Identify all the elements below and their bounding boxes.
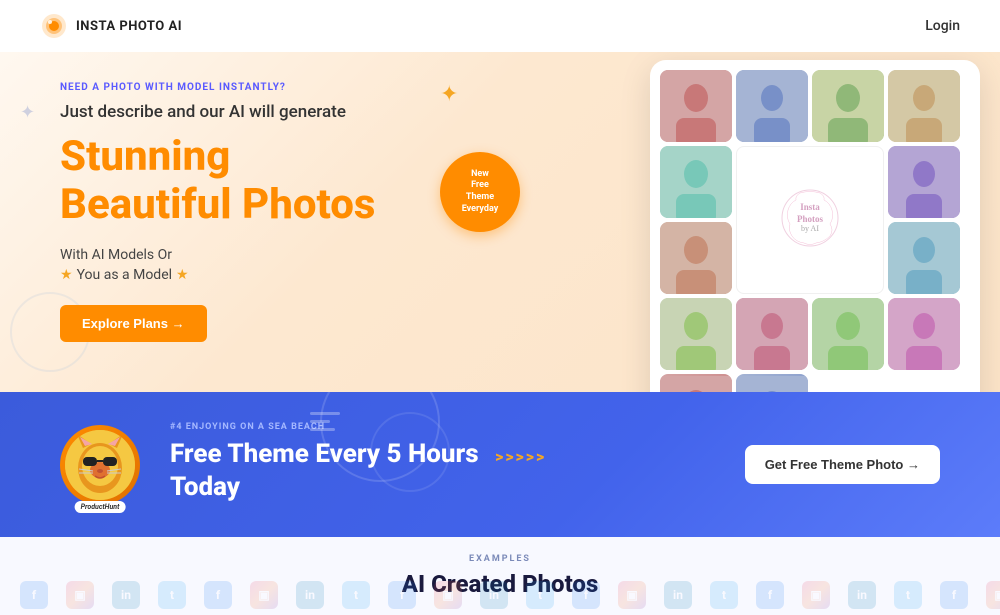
social-icon-linkedin: in: [112, 581, 140, 609]
social-icon-instagram: ▣: [618, 581, 646, 609]
banner-avatar-inner: [65, 430, 135, 500]
logo-icon: [40, 12, 68, 40]
social-icon-facebook: f: [756, 581, 784, 609]
hero-you-model: ★ You as a Model ★: [60, 267, 940, 283]
social-icon-linkedin: in: [296, 581, 324, 609]
logo-text: INSTA PHOTO AI: [76, 19, 182, 34]
social-icon-facebook: f: [204, 581, 232, 609]
hero-title-line1: Stunning: [60, 132, 230, 181]
cat-avatar-image: [65, 430, 135, 500]
deco-star-top: ✦: [440, 82, 458, 107]
banner-title-line2: Today: [170, 472, 240, 502]
banner-avatar: ProductHunt: [60, 425, 140, 505]
photo-cell: [736, 374, 808, 392]
social-icons-row: f ▣ in t f ▣ in t f ▣ in t f ▣ in t f ▣ …: [0, 575, 1000, 615]
social-icon-instagram: ▣: [802, 581, 830, 609]
hero-title-line2: Beautiful Photos: [60, 180, 375, 229]
social-icon-twitter: t: [894, 581, 922, 609]
social-icon-instagram: ▣: [250, 581, 278, 609]
social-icon-twitter: t: [342, 581, 370, 609]
social-icon-instagram: ▣: [986, 581, 1000, 609]
logo: INSTA PHOTO AI: [40, 12, 182, 40]
social-icon-facebook: f: [20, 581, 48, 609]
social-icon-twitter: t: [526, 581, 554, 609]
social-icon-linkedin: in: [664, 581, 692, 609]
banner-deco-circle2: [370, 412, 450, 492]
badge-text: New Free Theme Everyday: [462, 169, 499, 216]
explore-plans-button[interactable]: Explore Plans →: [60, 305, 207, 342]
banner-avatar-label: ProductHunt: [75, 501, 126, 513]
hero-description: Just describe and our AI will generate: [60, 101, 940, 125]
social-icon-instagram: ▣: [434, 581, 462, 609]
badge-circle: New Free Theme Everyday: [440, 152, 520, 232]
get-free-theme-button[interactable]: Get Free Theme Photo →: [745, 445, 940, 484]
social-icon-facebook: f: [572, 581, 600, 609]
hero-model-text: With AI Models Or: [60, 247, 940, 263]
social-icon-twitter: t: [710, 581, 738, 609]
social-icon-facebook: f: [388, 581, 416, 609]
hero-subtitle: NEED A PHOTO WITH MODEL INSTANTLY?: [60, 82, 940, 93]
blue-banner: ProductHunt #4 ENJOYING ON A SEA BEACH F…: [0, 392, 1000, 537]
hero-section: ✦ NEED A PHOTO WITH MODEL INSTANTLY? Jus…: [0, 52, 1000, 392]
banner-arrows: >>>>>: [495, 447, 546, 467]
social-icon-linkedin: in: [480, 581, 508, 609]
social-icon-linkedin: in: [848, 581, 876, 609]
login-button[interactable]: Login: [925, 18, 960, 34]
social-icon-facebook: f: [940, 581, 968, 609]
social-icon-twitter: t: [158, 581, 186, 609]
photo-cell: [660, 374, 732, 392]
social-icon-instagram: ▣: [66, 581, 94, 609]
star-icon-left: ★: [60, 267, 73, 283]
deco-squiggle: ✦: [20, 102, 35, 123]
navbar: INSTA PHOTO AI Login: [0, 0, 1000, 52]
bottom-section: EXAMPLES AI Created Photos f ▣ in t f ▣ …: [0, 537, 1000, 615]
star-icon-right: ★: [176, 267, 189, 283]
